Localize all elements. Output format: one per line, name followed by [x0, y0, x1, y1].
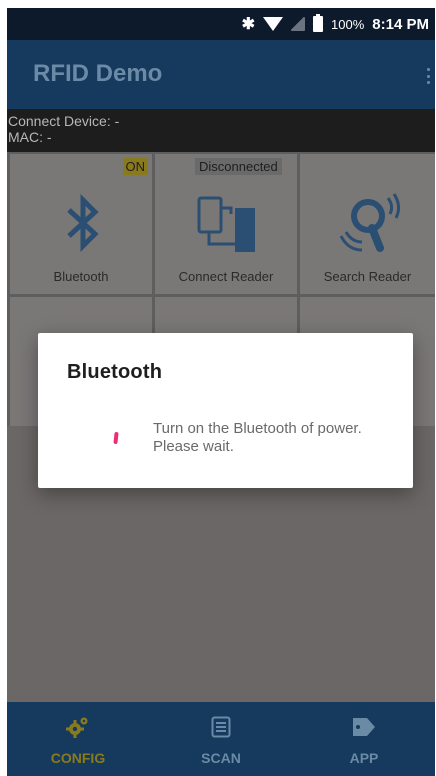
clock: 8:14 PM [372, 15, 429, 33]
app-title: RFID Demo [33, 60, 163, 87]
connection-status-badge: Disconnected [195, 158, 282, 175]
bluetooth-icon [67, 194, 99, 252]
dialog-title: Bluetooth [67, 361, 163, 383]
tile-search-reader[interactable]: Search Reader [300, 154, 435, 294]
bottom-navigation: CONFIG SCAN APP [7, 702, 435, 776]
tile-connect-reader[interactable]: Disconnected Connect Reader [155, 154, 297, 294]
list-icon [211, 716, 231, 738]
battery-icon [313, 14, 324, 32]
bluetooth-status-badge: ON [122, 158, 148, 175]
tile-bluetooth[interactable]: ON Bluetooth [10, 154, 152, 294]
tile-search-reader-label: Search Reader [323, 269, 412, 284]
tag-icon [353, 718, 375, 736]
device-info-panel: Connect Device: - MAC: - [7, 109, 435, 152]
status-icons: ✱ 100% 8:14 PM [242, 8, 429, 40]
nav-scan-label: SCAN [201, 750, 241, 766]
app-bar: RFID Demo [7, 40, 435, 109]
nav-app[interactable]: APP [293, 702, 435, 776]
nav-config[interactable]: CONFIG [7, 702, 149, 776]
nav-scan[interactable]: SCAN [150, 702, 292, 776]
tile-bluetooth-label: Bluetooth [53, 269, 109, 284]
progress-spinner [113, 431, 119, 445]
search-reader-icon [339, 193, 401, 252]
mac-text: MAC: - [8, 129, 52, 145]
bluetooth-progress-dialog: Bluetooth Turn on the Bluetooth of power… [38, 333, 413, 488]
no-sim-icon [291, 17, 306, 31]
connect-device-text: Connect Device: - [8, 113, 120, 129]
tile-connect-reader-label: Connect Reader [178, 269, 274, 284]
gear-icon [66, 717, 88, 738]
nav-app-label: APP [349, 750, 379, 766]
overflow-menu-icon[interactable] [425, 68, 431, 84]
app-screen: ✱ 100% 8:14 PM RFID Demo Connect Device:… [7, 8, 435, 776]
battery-percent: 100% [331, 16, 365, 32]
nav-config-label: CONFIG [50, 750, 106, 766]
status-bar: ✱ 100% 8:14 PM [7, 8, 435, 40]
bluetooth-icon: ✱ [241, 16, 256, 33]
dialog-message: Turn on the Bluetooth of power. Please w… [153, 420, 362, 455]
wifi-icon [263, 17, 284, 31]
connect-reader-icon [197, 196, 255, 252]
